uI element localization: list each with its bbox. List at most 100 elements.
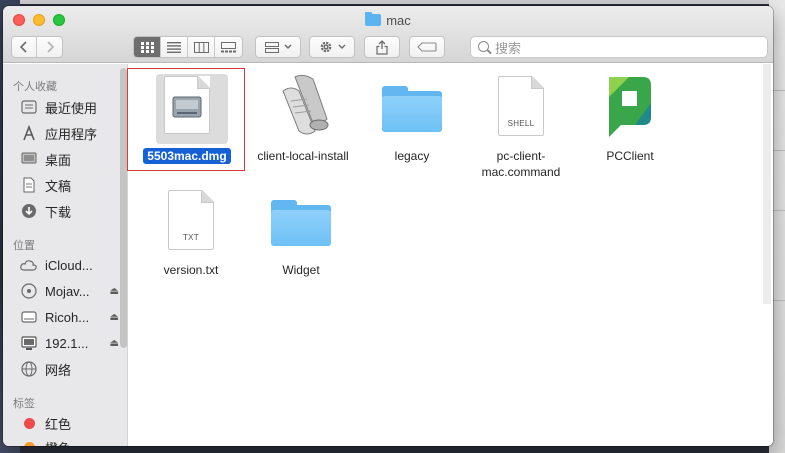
sidebar-item-ricoh[interactable]: Ricoh... ⏏ <box>20 306 125 328</box>
gallery-view-button[interactable] <box>215 37 242 57</box>
sidebar-item-label: 应用程序 <box>45 126 98 142</box>
sidebar-item-documents[interactable]: 文稿 <box>20 174 125 196</box>
file-item[interactable]: client-local-install <box>248 68 358 164</box>
red-tag-dot-icon <box>23 417 35 429</box>
forward-button[interactable] <box>37 37 62 57</box>
chevron-left-icon <box>20 41 27 53</box>
search-field[interactable]: 搜索 <box>470 36 768 58</box>
file-name-label: PCClient <box>606 149 654 163</box>
gear-icon <box>320 41 331 53</box>
sidebar-item-icloud[interactable]: iCloud... <box>20 254 125 276</box>
sidebar-item-label: 桌面 <box>45 152 72 168</box>
sidebar-item-label: 文稿 <box>45 178 72 194</box>
annotation-highlight-box <box>127 68 245 171</box>
share-icon <box>376 39 388 55</box>
sidebar-item-desktop[interactable]: 桌面 <box>20 148 125 170</box>
file-item[interactable]: PCClient <box>575 68 685 164</box>
file-name-line-1: pc-client- <box>496 149 546 163</box>
window-title-text: mac <box>386 13 411 28</box>
sidebar-item-recents[interactable]: 最近使用 <box>20 96 125 118</box>
sidebar-item-network[interactable]: 网络 <box>20 358 125 380</box>
drive-icon <box>20 308 38 326</box>
finder-window: mac 搜索 个人收藏 最近使用 应用程序 桌面 文稿 下载 位置 iCloud… <box>3 6 773 446</box>
file-name-line-2: mac.command <box>481 165 561 179</box>
share-button[interactable] <box>364 36 400 58</box>
chevron-down-icon <box>284 44 291 49</box>
file-type-badge: SHELL <box>507 119 535 128</box>
sidebar-item-label: 192.1... <box>45 335 89 351</box>
file-name-label: client-local-install <box>257 149 349 163</box>
folder-icon <box>373 68 451 144</box>
gallery-icon <box>221 41 236 52</box>
pcclient-app-icon <box>591 68 669 144</box>
documents-icon <box>20 176 38 194</box>
shell-icon: SHELL <box>482 68 560 144</box>
background-window-edge <box>20 0 780 4</box>
network-icon <box>20 360 38 378</box>
sidebar-item-mojave[interactable]: Mojav... ⏏ <box>20 280 125 302</box>
view-mode-control <box>133 36 243 58</box>
downloads-icon <box>20 202 38 220</box>
list-icon <box>167 41 181 53</box>
file-item[interactable]: SHELL pc-client- mac.command <box>466 68 576 180</box>
recents-icon <box>20 98 38 116</box>
grid-icon <box>140 41 154 53</box>
file-item[interactable]: legacy <box>357 68 467 164</box>
column-view-button[interactable] <box>188 37 215 57</box>
tag-icon <box>417 42 437 52</box>
content-scrollbar[interactable] <box>763 64 771 304</box>
sidebar-item-label: 网络 <box>45 362 72 378</box>
group-by-button[interactable] <box>255 36 301 58</box>
sidebar-item-label: 下载 <box>45 204 72 220</box>
sidebar-item-downloads[interactable]: 下载 <box>20 200 125 222</box>
group-grid-icon <box>264 41 279 53</box>
list-view-button[interactable] <box>161 37 188 57</box>
server-icon <box>20 334 38 352</box>
locations-header: 位置 <box>13 240 35 252</box>
search-placeholder: 搜索 <box>495 40 522 56</box>
icon-view-button[interactable] <box>134 37 161 57</box>
eject-icon[interactable]: ⏏ <box>110 286 119 297</box>
tags-header: 标签 <box>13 398 35 410</box>
file-item[interactable]: TXT version.txt <box>136 182 246 278</box>
sidebar-item-label: Ricoh... <box>45 309 90 325</box>
icloud-icon <box>20 256 38 274</box>
eject-icon[interactable]: ⏏ <box>110 338 119 349</box>
back-button[interactable] <box>12 37 37 57</box>
file-type-badge: TXT <box>182 233 199 242</box>
sidebar-item-label: 橙色 <box>45 438 71 447</box>
edit-tags-button[interactable] <box>409 36 445 58</box>
search-icon <box>478 41 489 52</box>
file-name-label: legacy <box>394 149 430 163</box>
sidebar-item-label: 红色 <box>45 416 72 432</box>
sidebar-item-label: Mojav... <box>45 283 90 299</box>
window-title: mac <box>3 12 773 28</box>
desktop-icon <box>20 150 38 168</box>
file-item[interactable]: Widget <box>246 182 356 278</box>
chevron-right-icon <box>46 41 54 53</box>
title-bar: mac 搜索 <box>3 6 773 63</box>
folder-icon <box>262 182 340 258</box>
orange-tag-dot-icon <box>23 441 35 446</box>
script-icon <box>264 68 342 144</box>
sidebar-item-tag-red[interactable]: 红色 <box>20 412 125 434</box>
sidebar-item-applications[interactable]: 应用程序 <box>20 122 125 144</box>
sidebar: 个人收藏 最近使用 应用程序 桌面 文稿 下载 位置 iCloud... Moj… <box>3 64 128 446</box>
favorites-header: 个人收藏 <box>13 81 57 93</box>
nav-buttons <box>11 36 63 58</box>
text-file-icon: TXT <box>152 182 230 258</box>
file-name-label: Widget <box>282 263 320 277</box>
action-menu-button[interactable] <box>309 36 355 58</box>
applications-icon <box>20 124 38 142</box>
file-name-label: pc-client- mac.command <box>466 148 576 180</box>
folder-icon <box>365 12 382 26</box>
eject-icon[interactable]: ⏏ <box>110 312 119 323</box>
disk-icon <box>20 282 38 300</box>
chevron-down-icon <box>338 44 345 49</box>
columns-icon <box>193 41 209 53</box>
sidebar-item-label: iCloud... <box>45 257 93 273</box>
sidebar-item-tag-orange[interactable]: 橙色 <box>20 436 125 446</box>
sidebar-item-label: 最近使用 <box>45 100 98 116</box>
sidebar-scrollbar[interactable] <box>120 68 127 348</box>
sidebar-item-server[interactable]: 192.1... ⏏ <box>20 332 125 354</box>
